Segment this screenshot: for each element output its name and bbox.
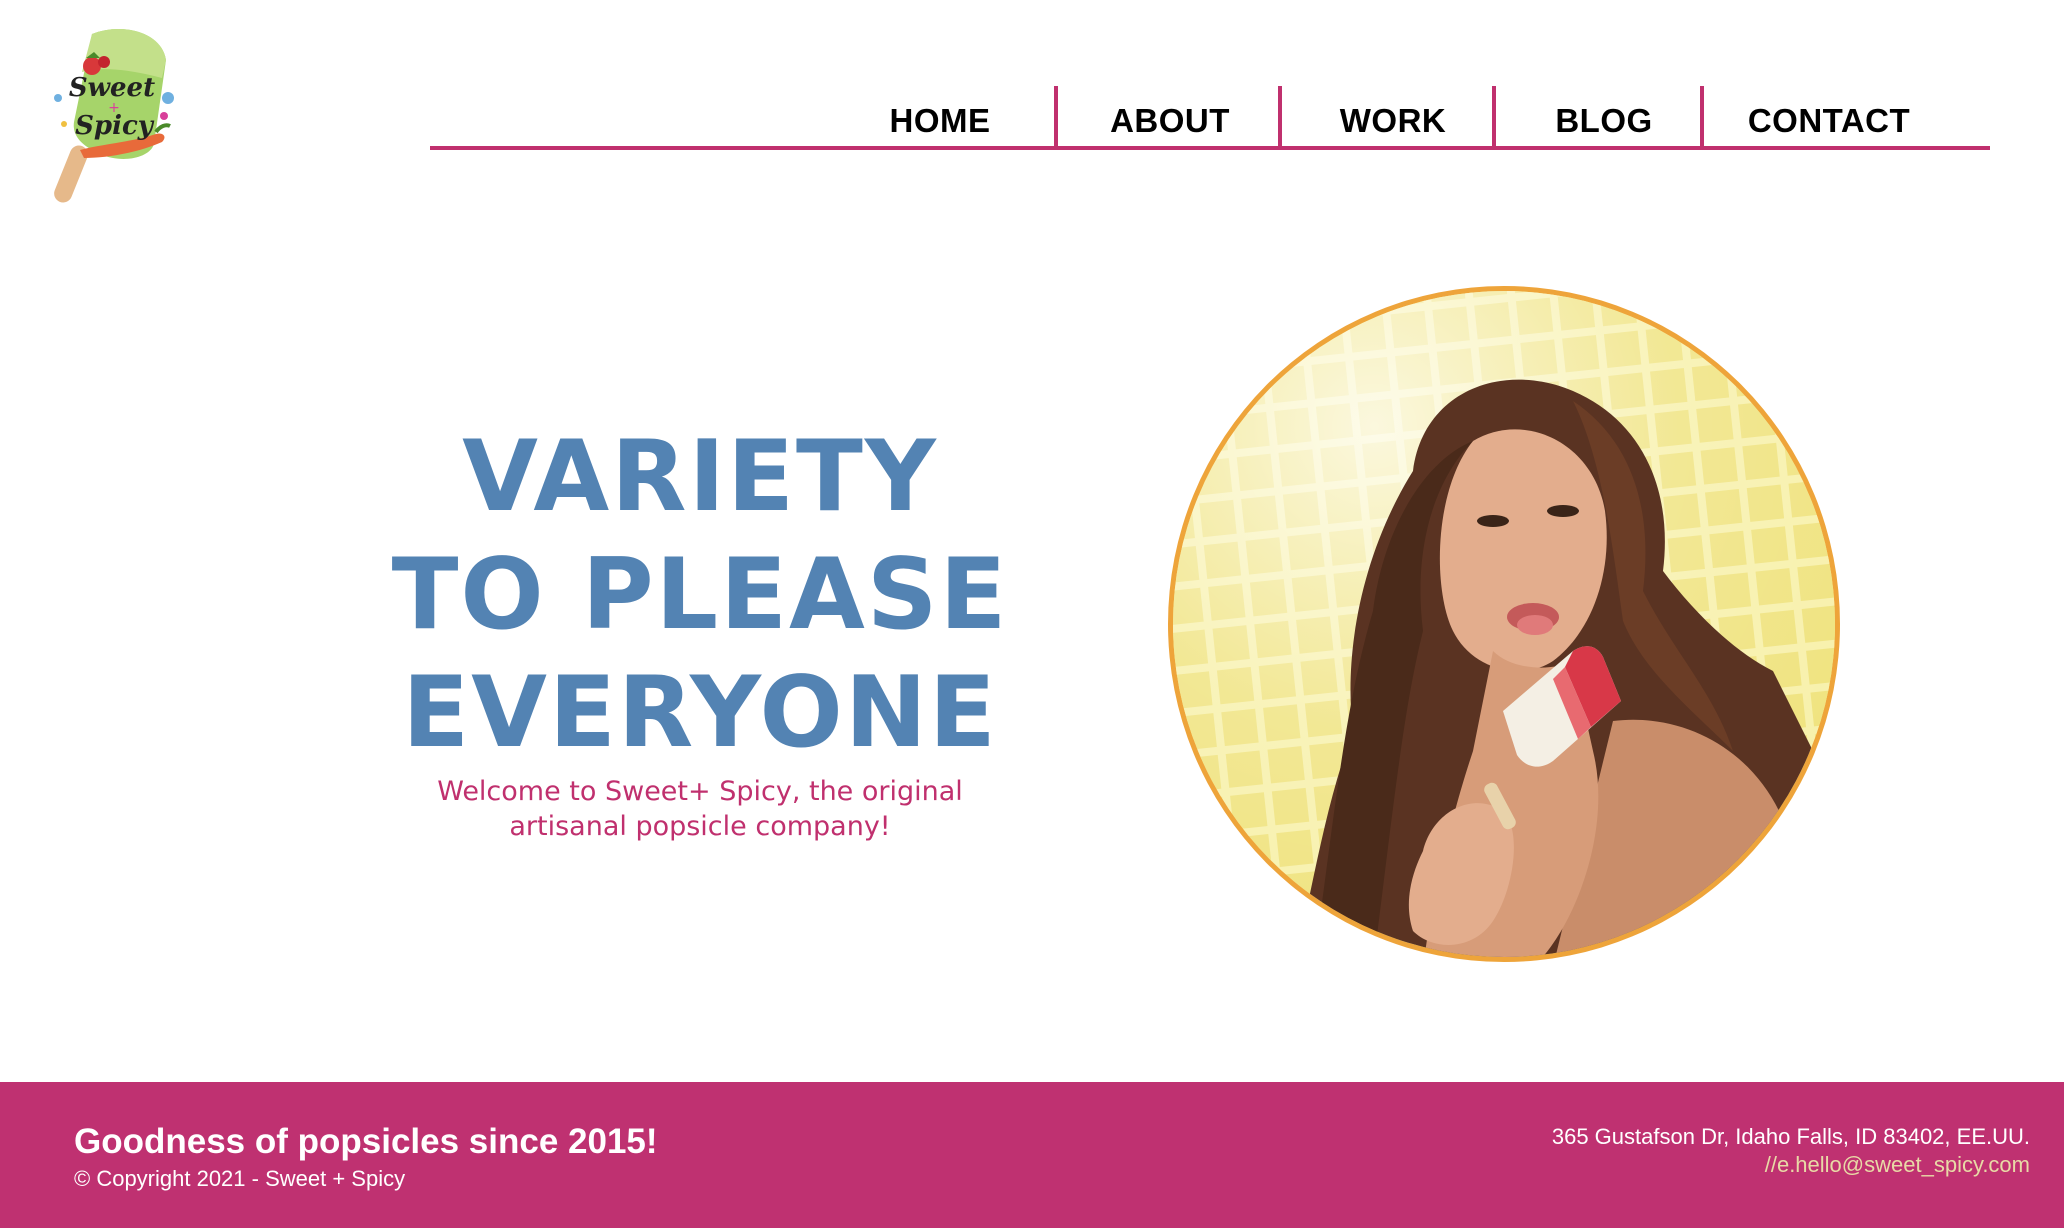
- main-nav: HOME ABOUT WORK BLOG CONTACT: [430, 82, 1990, 150]
- hero-subtitle-line2: artisanal popsicle company!: [509, 811, 891, 842]
- hero-headline-line1: VARIETY: [462, 420, 938, 534]
- footer-email-link[interactable]: //e.hello@sweet_spicy.com: [1765, 1152, 2030, 1178]
- nav-item-home[interactable]: HOME: [870, 82, 1010, 146]
- hero-subtitle-line1: Welcome to Sweet+ Spicy, the original: [437, 776, 963, 807]
- nav-item-about[interactable]: ABOUT: [1070, 82, 1270, 146]
- footer-copyright: © Copyright 2021 - Sweet + Spicy: [74, 1166, 406, 1191]
- nav-item-blog[interactable]: BLOG: [1506, 82, 1702, 146]
- logo-text-spicy: Spicy: [75, 111, 155, 141]
- nav-divider: [1700, 86, 1704, 146]
- nav-divider: [1492, 86, 1496, 146]
- nav-divider: [1278, 86, 1282, 146]
- nav-divider: [1054, 86, 1058, 146]
- nav-item-work[interactable]: WORK: [1292, 82, 1494, 146]
- footer-address: 365 Gustafson Dr, Idaho Falls, ID 83402,…: [1551, 1124, 2030, 1149]
- site-footer: Goodness of popsicles since 2015! © Copy…: [0, 1082, 2064, 1228]
- brand-logo[interactable]: Sweet + Spicy: [52, 26, 182, 206]
- popsicle-logo-icon: Sweet + Spicy: [54, 29, 174, 203]
- hero-subtitle: Welcome to Sweet+ Spicy, the original ar…: [380, 774, 1020, 844]
- hero-photo: [1168, 286, 1840, 962]
- hero-headline: VARIETY TO PLEASE EVERYONE: [380, 418, 1020, 772]
- footer-tagline: Goodness of popsicles since 2015!: [74, 1122, 658, 1161]
- nav-underline: [430, 146, 1990, 150]
- nav-item-contact[interactable]: CONTACT: [1714, 82, 1944, 146]
- hero-headline-line2: TO PLEASE: [391, 538, 1009, 652]
- hero-headline-line3: EVERYONE: [402, 656, 998, 770]
- logo-text-sweet: Sweet: [69, 73, 155, 103]
- woman-eating-popsicle-photo-icon: [1173, 291, 1835, 957]
- hero-section: VARIETY TO PLEASE EVERYONE Welcome to Sw…: [380, 418, 1020, 844]
